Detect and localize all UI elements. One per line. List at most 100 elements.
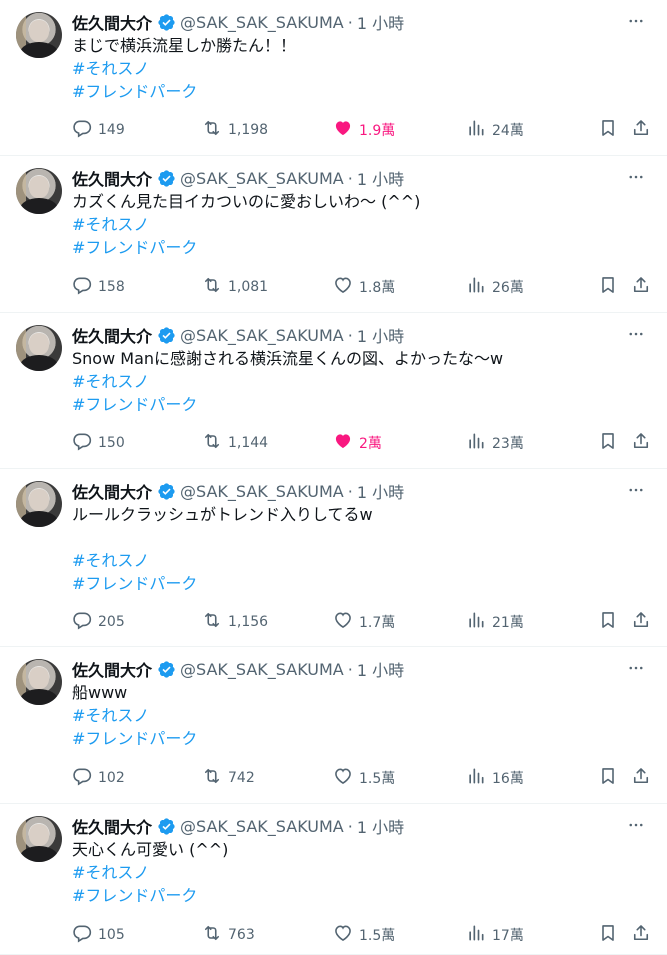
bar-chart-icon [466,610,492,634]
views-button[interactable]: 26萬 [466,276,524,298]
bookmark-button[interactable] [598,767,624,789]
hashtag-link[interactable]: #それスノ [72,704,197,727]
more-options-icon[interactable] [627,816,645,834]
hashtag-link[interactable]: #フレンドパーク [72,236,420,259]
views-button[interactable]: 16萬 [466,767,524,789]
reply-button[interactable]: 150 [72,432,125,454]
user-handle[interactable]: @SAK_SAK_SAKUMA [180,326,344,345]
like-button[interactable]: 1.5萬 [333,767,395,789]
like-button[interactable]: 1.9萬 [333,119,395,141]
hashtag-link[interactable]: #それスノ [72,213,420,236]
reply-button[interactable]: 105 [72,924,125,946]
reply-button[interactable]: 158 [72,276,125,298]
bookmark-button[interactable] [598,119,624,141]
more-options-icon[interactable] [627,12,645,30]
avatar[interactable] [16,325,62,371]
verified-badge-icon [157,326,176,345]
hashtag-link[interactable]: #フレンドパーク [72,572,373,595]
like-button[interactable]: 2萬 [333,432,382,454]
heart-filled-icon [333,431,359,455]
retweet-button[interactable]: 763 [202,924,255,946]
hashtag-link[interactable]: #それスノ [72,370,503,393]
more-options-icon[interactable] [627,325,645,343]
share-button[interactable] [631,767,657,789]
bookmark-button[interactable] [598,432,624,454]
separator-dot: · [347,816,353,836]
display-name[interactable]: 佐久間大介 [72,323,152,347]
share-button[interactable] [631,924,657,946]
views-button[interactable]: 23萬 [466,432,524,454]
avatar[interactable] [16,481,62,527]
hashtag-link[interactable]: #それスノ [72,549,373,572]
share-icon [631,118,657,142]
like-button[interactable]: 1.5萬 [333,924,395,946]
like-button[interactable]: 1.7萬 [333,611,395,633]
hashtag-link[interactable]: #フレンドパーク [72,884,228,907]
avatar[interactable] [16,12,62,58]
reply-button[interactable]: 149 [72,119,125,141]
timestamp[interactable]: 1 小時 [357,657,404,681]
hashtag-link[interactable]: #それスノ [72,57,296,80]
retweet-button[interactable]: 1,144 [202,432,268,454]
avatar[interactable] [16,816,62,862]
bookmark-button[interactable] [598,276,624,298]
tweet[interactable]: 佐久間大介 @SAK_SAK_SAKUMA · 1 小時 まじで横浜流星しか勝た… [0,0,667,156]
display-name[interactable]: 佐久間大介 [72,657,152,681]
action-bar: 158 1,081 1.8萬 26萬 [72,276,651,298]
display-name[interactable]: 佐久間大介 [72,479,152,503]
bookmark-button[interactable] [598,611,624,633]
tweet[interactable]: 佐久間大介 @SAK_SAK_SAKUMA · 1 小時 天心くん可愛い (^^… [0,804,667,955]
hashtag-link[interactable]: #それスノ [72,861,228,884]
bookmark-icon [598,275,624,299]
bar-chart-icon [466,431,492,455]
user-handle[interactable]: @SAK_SAK_SAKUMA [180,660,344,679]
bookmark-button[interactable] [598,924,624,946]
avatar[interactable] [16,168,62,214]
views-button[interactable]: 17萬 [466,924,524,946]
share-button[interactable] [631,119,657,141]
tweet[interactable]: 佐久間大介 @SAK_SAK_SAKUMA · 1 小時 カズくん見た目イカつい… [0,156,667,313]
heart-icon [333,766,359,790]
hashtag-link[interactable]: #フレンドパーク [72,80,296,103]
retweet-button[interactable]: 1,198 [202,119,268,141]
like-button[interactable]: 1.8萬 [333,276,395,298]
views-button[interactable]: 24萬 [466,119,524,141]
timestamp[interactable]: 1 小時 [357,323,404,347]
more-options-icon[interactable] [627,481,645,499]
display-name[interactable]: 佐久間大介 [72,10,152,34]
more-options-icon[interactable] [627,168,645,186]
display-name[interactable]: 佐久間大介 [72,814,152,838]
reply-button[interactable]: 205 [72,611,125,633]
tweet[interactable]: 佐久間大介 @SAK_SAK_SAKUMA · 1 小時 船www #それスノ #フ… [0,647,667,804]
reply-button[interactable]: 102 [72,767,125,789]
hashtag-link[interactable]: #フレンドパーク [72,393,503,416]
timestamp[interactable]: 1 小時 [357,10,404,34]
more-options-icon[interactable] [627,659,645,677]
views-button[interactable]: 21萬 [466,611,524,633]
timestamp[interactable]: 1 小時 [357,166,404,190]
hashtag-link[interactable]: #フレンドパーク [72,727,197,750]
share-button[interactable] [631,611,657,633]
avatar[interactable] [16,659,62,705]
share-button[interactable] [631,276,657,298]
tweet[interactable]: 佐久間大介 @SAK_SAK_SAKUMA · 1 小時 ルールクラッシュがトレ… [0,469,667,647]
retweet-button[interactable]: 742 [202,767,255,789]
action-bar: 205 1,156 1.7萬 21萬 [72,611,651,633]
bar-chart-icon [466,275,492,299]
timestamp[interactable]: 1 小時 [357,814,404,838]
share-icon [631,431,657,455]
user-handle[interactable]: @SAK_SAK_SAKUMA [180,169,344,188]
display-name[interactable]: 佐久間大介 [72,166,152,190]
timestamp[interactable]: 1 小時 [357,479,404,503]
share-button[interactable] [631,432,657,454]
user-handle[interactable]: @SAK_SAK_SAKUMA [180,482,344,501]
bookmark-icon [598,610,624,634]
tweet[interactable]: 佐久間大介 @SAK_SAK_SAKUMA · 1 小時 Snow Manに感謝… [0,313,667,469]
reply-count: 102 [98,770,125,786]
user-handle[interactable]: @SAK_SAK_SAKUMA [180,13,344,32]
retweet-button[interactable]: 1,156 [202,611,268,633]
retweet-button[interactable]: 1,081 [202,276,268,298]
tweet-header: 佐久間大介 @SAK_SAK_SAKUMA · 1 小時 [72,479,404,503]
views-count: 21萬 [492,615,524,631]
user-handle[interactable]: @SAK_SAK_SAKUMA [180,817,344,836]
